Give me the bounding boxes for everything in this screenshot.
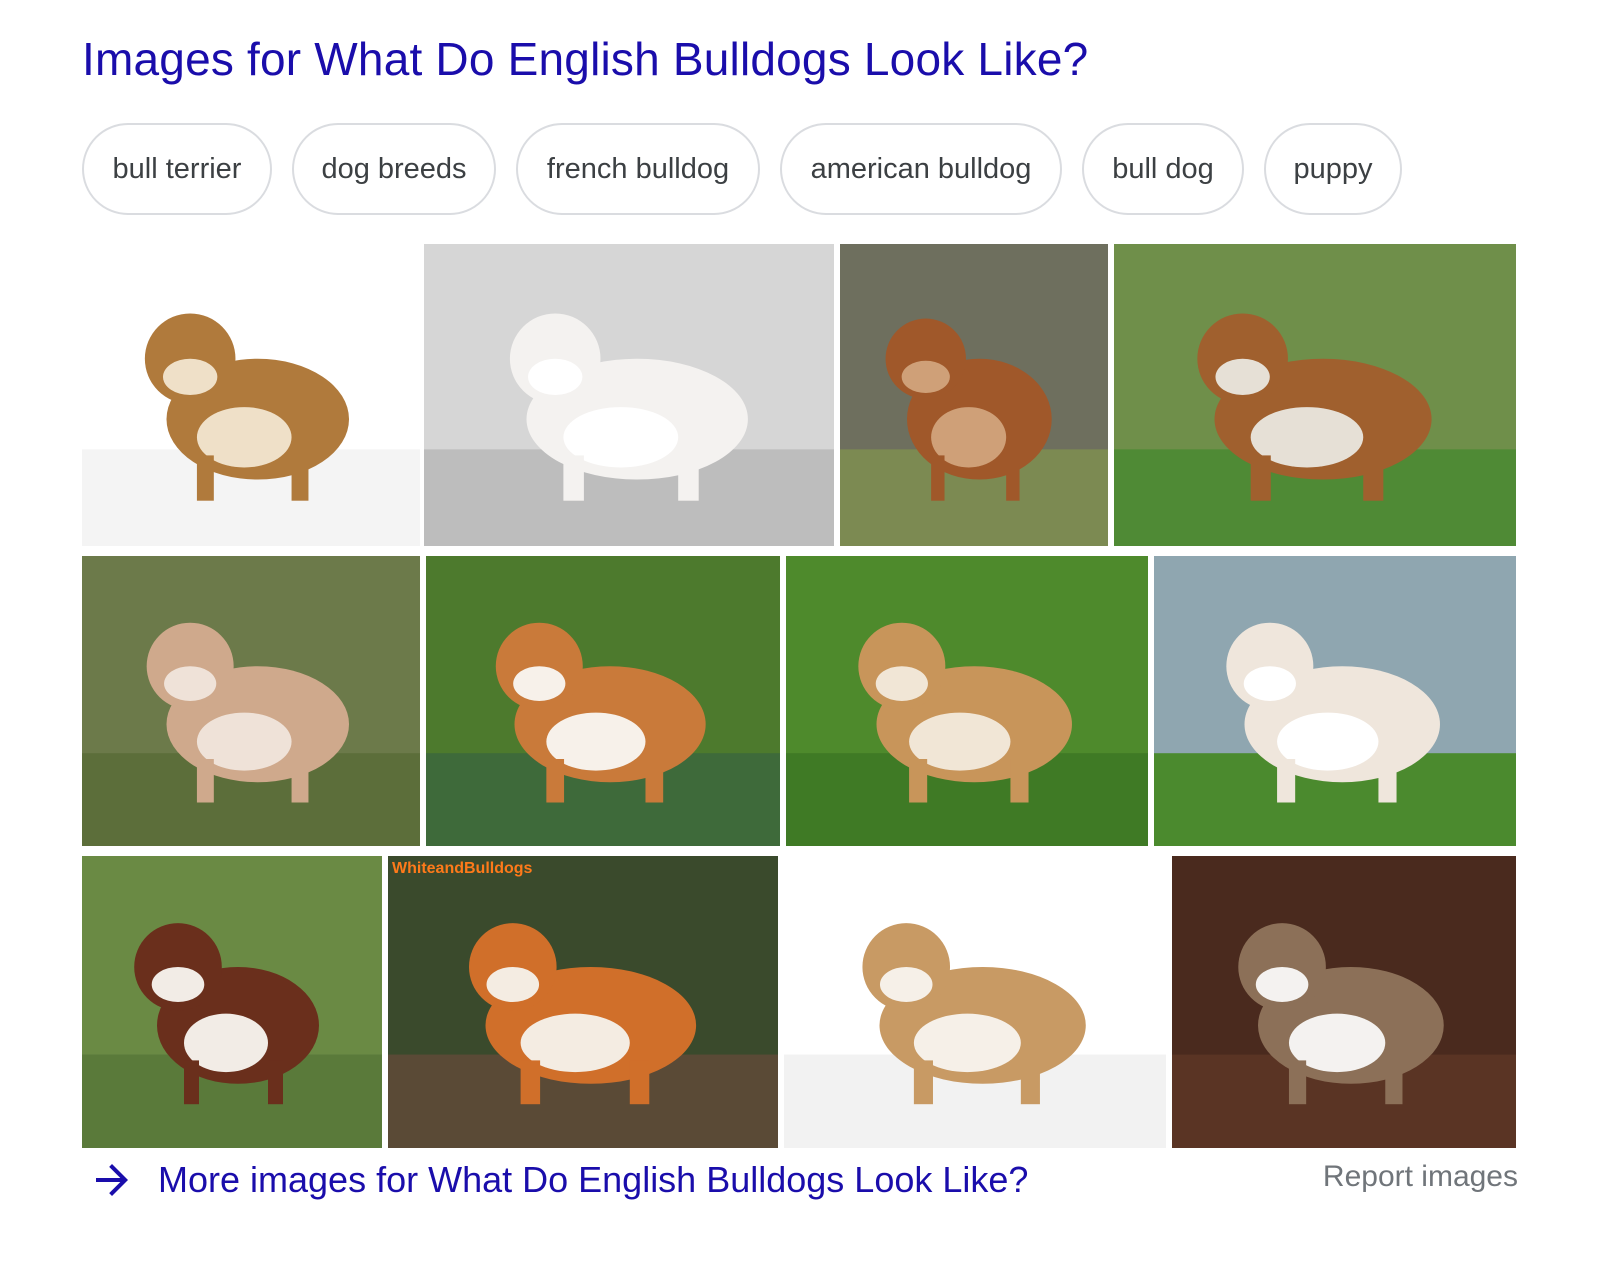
dog-photo-icon — [1154, 556, 1516, 846]
image-result-brown-bulldog-garden[interactable] — [840, 244, 1108, 546]
chip-bull-dog[interactable]: bull dog — [1082, 123, 1244, 215]
image-result-two-puppies-orange[interactable]: WhiteandBulldogs — [388, 856, 778, 1148]
page-title[interactable]: Images for What Do English Bulldogs Look… — [82, 32, 1088, 86]
dog-photo-icon — [82, 856, 382, 1148]
dog-photo-icon — [388, 856, 778, 1148]
dog-photo-icon — [784, 856, 1166, 1148]
image-result-puppy-in-water[interactable] — [426, 556, 780, 846]
more-images-link[interactable]: More images for What Do English Bulldogs… — [88, 1152, 1028, 1208]
watermark-text: WhiteandBulldogs — [392, 860, 533, 877]
chip-american-bulldog[interactable]: american bulldog — [780, 123, 1062, 215]
dog-photo-icon — [1172, 856, 1516, 1148]
report-images-link[interactable]: Report images — [1323, 1160, 1518, 1194]
more-images-text: More images for What Do English Bulldogs… — [158, 1159, 1029, 1200]
chip-french-bulldog[interactable]: french bulldog — [516, 123, 760, 215]
image-result-bulldog-scarf-grass[interactable] — [786, 556, 1148, 846]
dog-photo-icon — [1114, 244, 1516, 546]
dog-photo-icon — [82, 556, 420, 846]
image-result-brown-white-bulldog[interactable] — [82, 856, 382, 1148]
image-result-brindle-puppy-floor[interactable] — [1172, 856, 1516, 1148]
arrow-right-icon — [96, 1164, 128, 1196]
image-result-tan-bulldog-harness[interactable] — [82, 556, 420, 846]
image-result-bulldog-side-profile[interactable] — [784, 856, 1166, 1148]
image-result-bulldog-anatomy-diagram[interactable] — [82, 244, 420, 546]
dog-photo-icon — [840, 244, 1108, 546]
chip-bull-terrier[interactable]: bull terrier — [82, 123, 272, 215]
dog-photo-icon — [82, 244, 420, 546]
image-result-bulldog-by-lake[interactable] — [1154, 556, 1516, 846]
chip-puppy[interactable]: puppy — [1264, 123, 1402, 215]
dog-photo-icon — [786, 556, 1148, 846]
image-result-two-white-puppies[interactable] — [424, 244, 834, 546]
image-result-fawn-bulldog-grass[interactable] — [1114, 244, 1516, 546]
dog-photo-icon — [424, 244, 834, 546]
chip-dog-breeds[interactable]: dog breeds — [292, 123, 496, 215]
dog-photo-icon — [426, 556, 780, 846]
